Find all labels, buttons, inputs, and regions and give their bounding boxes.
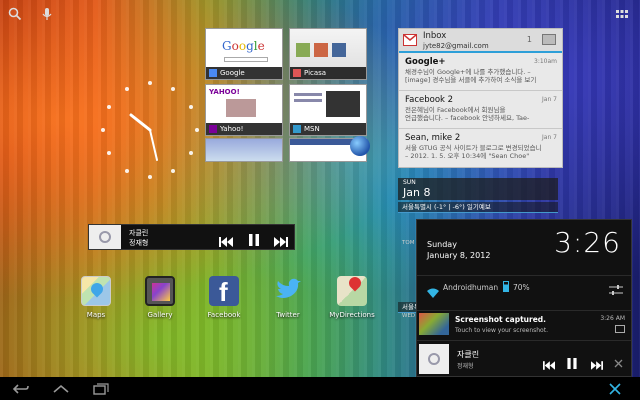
email-snippet: 전은혜님이 Facebook에서 회원님을 [405,106,506,114]
calendar-side-label: TOM [402,240,415,246]
top-bar [0,0,640,26]
email-date: Jan 7 [542,134,557,141]
microphone-icon[interactable] [40,6,54,20]
app-maps[interactable]: Maps [68,276,124,319]
email-date: 3:10am [534,58,557,65]
email-item[interactable]: Google+ 3:10am 채경수님이 Google+에 나를 추가했습니다.… [399,53,562,91]
notification-clock: 3:26 [554,226,621,259]
calendar-date: Jan 8 [403,186,431,199]
pause-icon[interactable] [249,231,259,250]
bookmark-label: Yahoo! [220,125,244,133]
app-label: MyDirections [329,311,375,319]
email-sender: Facebook 2 [405,95,454,105]
dismiss-icon[interactable] [614,353,623,372]
quick-status-row: Androidhuman 70% [417,275,631,299]
track-title: 자클린 [129,229,149,237]
bookmark-label: Picasa [304,69,327,77]
app-label: Facebook [207,311,241,319]
album-art [419,344,449,374]
image-icon [615,325,625,333]
calendar-header: SUN Jan 8 [398,178,558,200]
app-label: Maps [86,311,106,319]
screenshot-notification[interactable]: Screenshot captured. Touch to view your … [417,310,631,338]
screenshot-subtitle: Touch to view your screenshot. [455,327,548,334]
app-twitter[interactable]: Twitter [260,276,316,319]
bookmark-google[interactable]: Google Google [205,28,283,80]
screenshot-time: 3:26 AM [600,315,625,322]
settings-sliders-icon[interactable] [609,281,623,300]
email-snippet: 서울 GTUG 공식 사이트가 블로그로 변경되었습니 [405,144,542,152]
gmail-header[interactable]: Inbox jyte82@gmail.com 1 [399,29,562,53]
album-art [89,225,121,249]
app-label: Gallery [147,311,173,319]
directions-map-icon [337,274,367,306]
email-item[interactable]: Sean, mike 2 Jan 7 서울 GTUG 공식 사이트가 블로그로 … [399,129,562,167]
notification-day: Sunday [427,240,457,249]
notification-panel[interactable]: Sunday January 8, 2012 3:26 Androidhuman… [416,219,632,377]
track-artist: 정재형 [457,363,474,370]
network-name: Androidhuman [443,283,499,292]
screenshot-thumbnail [419,313,449,335]
app-mydirections[interactable]: MyDirections [324,274,380,319]
previous-icon[interactable] [219,232,233,251]
navigation-bar [0,377,640,400]
compose-icon[interactable] [542,34,556,45]
yahoo-favicon-icon [209,125,217,133]
app-facebook[interactable]: f Facebook [196,276,252,319]
previous-icon[interactable] [543,355,555,374]
email-item[interactable]: Facebook 2 Jan 7 전은혜님이 Facebook에서 회원님을 언… [399,91,562,129]
email-snippet: [image] 경수님을 서클에 추가하여 소식을 보기 [405,76,537,84]
pause-icon[interactable] [567,354,577,373]
google-favicon-icon [209,69,217,77]
calendar-event[interactable]: 서울특별시 (-1° | -6°) 일기예보 [398,202,558,213]
music-widget[interactable]: 자클린 정재형 [88,224,295,250]
bookmark-yahoo[interactable]: YAHOO! Yahoo! [205,84,283,136]
picasa-favicon-icon [293,69,301,77]
bookmark-picasa[interactable]: Picasa [289,28,367,80]
gmail-icon [403,34,417,46]
bookmark-twitter[interactable] [205,138,283,162]
bookmark-msn[interactable]: MSN [289,84,367,136]
notification-date: January 8, 2012 [427,251,491,260]
bookmark-label: Google [220,69,245,77]
email-sender: Sean, mike 2 [405,133,461,143]
recent-apps-icon[interactable] [92,381,110,395]
home-icon[interactable] [52,381,70,395]
gmail-widget[interactable]: Inbox jyte82@gmail.com 1 Google+ 3:10am … [398,28,563,168]
analog-clock-widget[interactable] [95,75,205,185]
email-snippet: 언급했습니다. – facebook 안녕하세요, Tae- [405,114,530,122]
screenshot-title: Screenshot captured. [455,315,547,324]
app-gallery[interactable]: Gallery [132,276,188,319]
wifi-icon [427,283,439,302]
account-email: jyte82@gmail.com [423,42,489,50]
unread-count: 1 [526,35,532,44]
msn-favicon-icon [293,125,301,133]
maps-icon [81,276,111,306]
track-artist: 정재형 [129,239,149,247]
next-icon[interactable] [591,355,603,374]
email-snippet: 채경수님이 Google+에 나를 추가했습니다. – [405,68,531,76]
battery-level: 70% [513,283,530,292]
globe-icon [350,136,370,156]
search-icon[interactable] [8,6,22,21]
music-notification[interactable]: 자클린 정재형 [417,340,631,378]
grid-icon[interactable] [615,6,629,20]
app-label: Twitter [276,311,300,319]
email-date: Jan 7 [542,96,557,103]
next-icon[interactable] [274,232,288,251]
inbox-title: Inbox [423,31,447,41]
back-icon[interactable] [12,381,30,395]
bookmark-label: MSN [304,125,320,133]
track-title: 자클린 [457,350,480,359]
email-snippet: – 2012. 1. 5. 오후 10:34에 "Sean Choe" [405,152,530,160]
twitter-bird-icon [273,276,303,306]
battery-icon [503,281,509,292]
facebook-icon: f [209,276,239,306]
bookmarks-widget: Google Google Picasa YAHOO! Yahoo! MSN [205,28,370,163]
event-title: 서울특별시 (-1° | -6°) 일기예보 [402,203,491,211]
close-notifications-icon[interactable] [608,381,626,395]
calendar-side-label: WED [402,313,416,319]
gallery-icon [145,276,175,306]
